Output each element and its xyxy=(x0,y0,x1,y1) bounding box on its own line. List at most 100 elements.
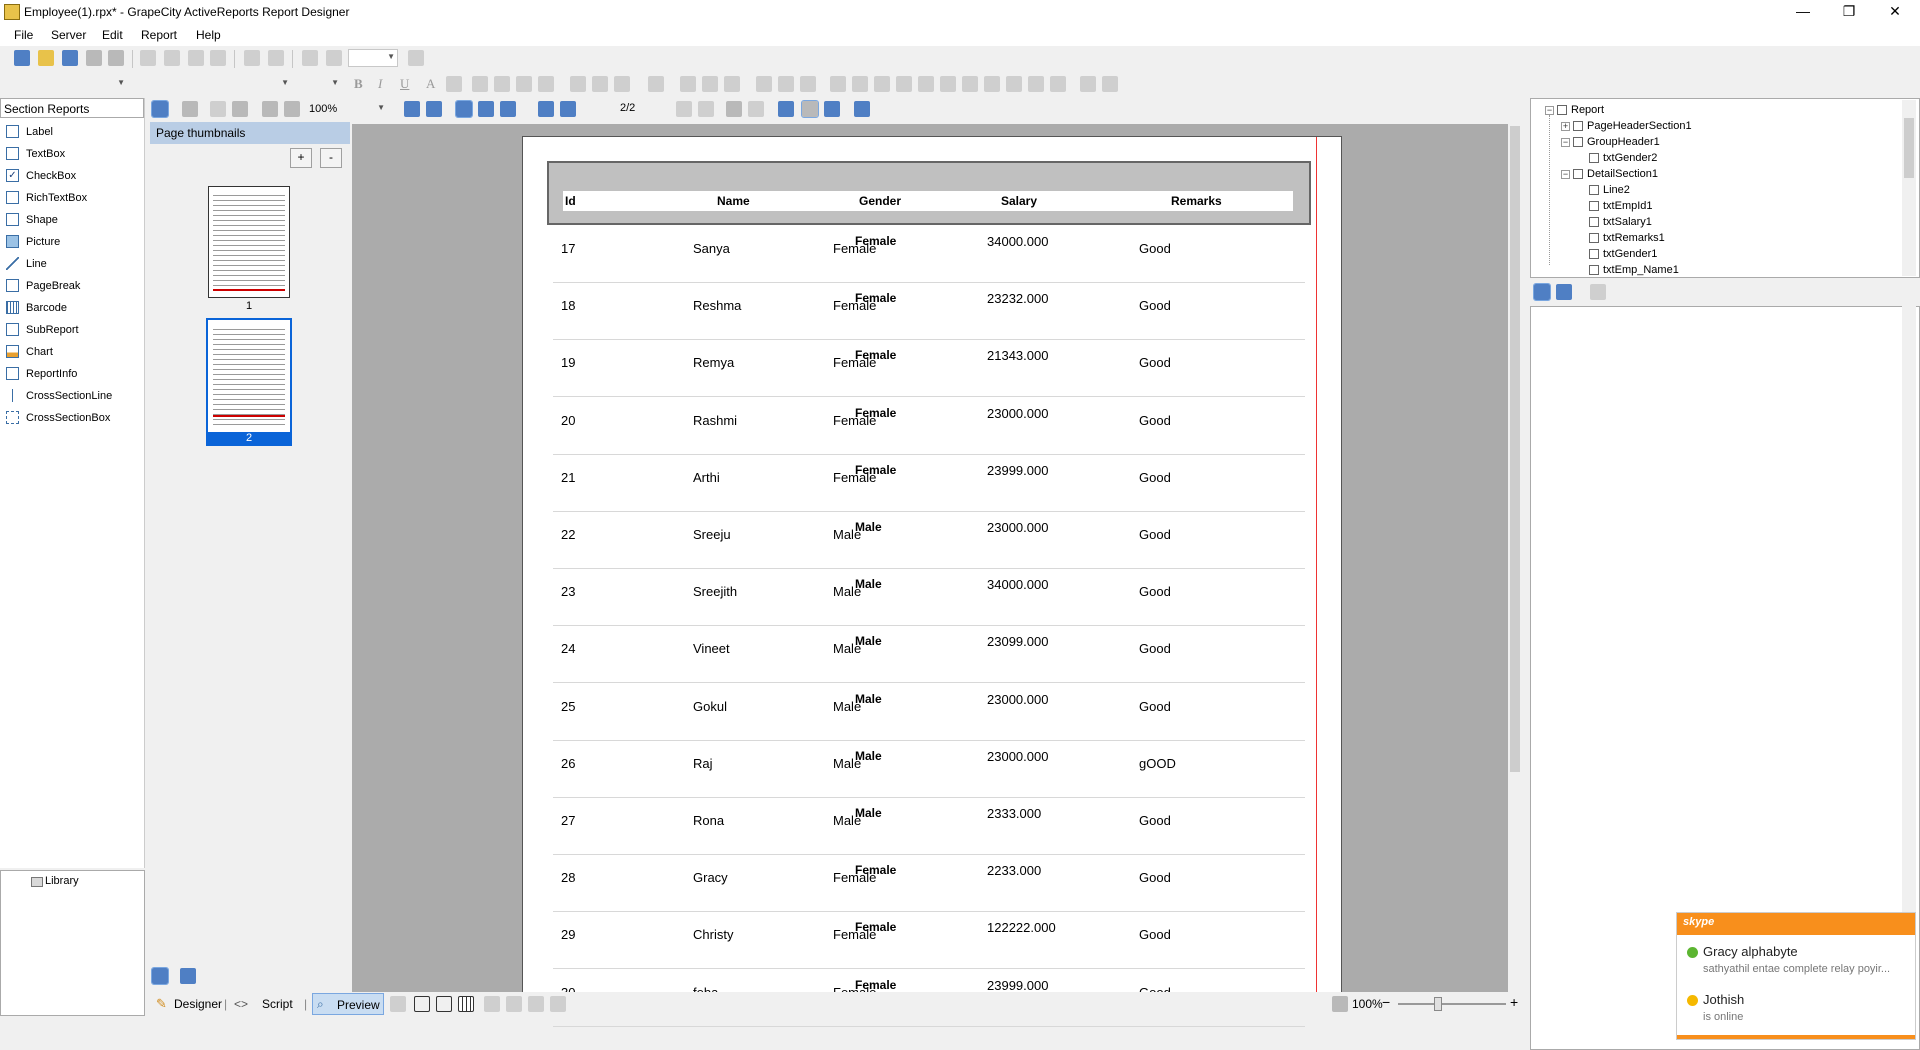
next-page-icon[interactable] xyxy=(676,101,692,117)
style-combo[interactable]: ▼ xyxy=(4,75,128,93)
menu-server[interactable]: Server xyxy=(51,28,86,42)
same-height-icon[interactable] xyxy=(852,76,868,92)
alphabetical-icon[interactable] xyxy=(1556,284,1572,300)
align-rights-icon[interactable] xyxy=(724,76,740,92)
script-tab[interactable]: Script xyxy=(262,997,293,1011)
align-tops-icon[interactable] xyxy=(756,76,772,92)
pan-icon[interactable] xyxy=(801,100,819,118)
contact-name[interactable]: Jothish xyxy=(1703,992,1744,1007)
save-icon[interactable] xyxy=(62,50,78,66)
same-width-icon[interactable] xyxy=(830,76,846,92)
justify-icon[interactable] xyxy=(538,76,554,92)
restore-button[interactable]: ❐ xyxy=(1826,0,1872,24)
indent-icon[interactable] xyxy=(614,76,630,92)
menu-help[interactable]: Help xyxy=(196,28,221,42)
snap-icon[interactable] xyxy=(408,50,424,66)
tool-chart[interactable]: Chart xyxy=(0,342,140,364)
close-button[interactable]: ✕ xyxy=(1872,0,1918,24)
menu-report[interactable]: Report xyxy=(141,28,177,42)
new-report-icon[interactable] xyxy=(14,50,30,66)
tool-shape[interactable]: Shape xyxy=(0,210,140,232)
grid-icon[interactable] xyxy=(458,996,474,1012)
refresh-icon[interactable] xyxy=(778,101,794,117)
decrease-spacing-icon[interactable] xyxy=(940,76,956,92)
contact-name[interactable]: Gracy alphabyte xyxy=(1703,944,1798,959)
underline-icon[interactable]: U xyxy=(400,76,409,92)
multipage-icon[interactable] xyxy=(500,101,516,117)
zoom-out-viewer-icon[interactable] xyxy=(262,101,278,117)
delete-icon[interactable] xyxy=(210,50,226,66)
expand-toggle-icon[interactable]: + xyxy=(1561,122,1570,131)
single-page-icon[interactable] xyxy=(455,100,473,118)
fit-page-icon[interactable] xyxy=(426,101,442,117)
library-label[interactable]: Library xyxy=(45,875,79,887)
zoom-in-icon[interactable]: + xyxy=(1510,994,1518,1010)
tool-subreport[interactable]: SubReport xyxy=(0,320,140,342)
bullets-icon[interactable] xyxy=(570,76,586,92)
fit-width-icon[interactable] xyxy=(404,101,420,117)
tool-crosssectionline[interactable]: CrossSectionLine xyxy=(0,386,140,408)
open-icon[interactable] xyxy=(38,50,54,66)
align-right-icon[interactable] xyxy=(516,76,532,92)
undo-icon[interactable] xyxy=(244,50,260,66)
previous-page-icon[interactable] xyxy=(560,101,576,117)
font-combo[interactable]: ▼ xyxy=(132,75,292,93)
zoom-out-icon[interactable] xyxy=(326,50,342,66)
toolbox-header[interactable]: Section Reports xyxy=(0,98,144,118)
snapshot-icon[interactable] xyxy=(854,101,870,117)
font-size-combo[interactable]: ▼ xyxy=(296,75,342,93)
preview-tab[interactable]: ⌕ Preview xyxy=(312,993,384,1015)
align-bottoms-icon[interactable] xyxy=(800,76,816,92)
bold-icon[interactable]: B xyxy=(354,76,363,92)
snap-lines-icon[interactable] xyxy=(484,996,500,1012)
tool-textbox[interactable]: TextBox xyxy=(0,144,140,166)
zoom-in-icon[interactable] xyxy=(302,50,318,66)
back-icon[interactable] xyxy=(726,101,742,117)
tool-picture[interactable]: Picture xyxy=(0,232,140,254)
preview-vertical-scrollbar[interactable] xyxy=(1508,124,1522,992)
align-lefts-icon[interactable] xyxy=(680,76,696,92)
align-left-icon[interactable] xyxy=(472,76,488,92)
add-data-source-icon[interactable] xyxy=(86,50,102,66)
tool-pagebreak[interactable]: PageBreak xyxy=(0,276,140,298)
first-page-icon[interactable] xyxy=(538,101,554,117)
tool-richtextbox[interactable]: RichTextBox xyxy=(0,188,140,210)
bring-to-front-icon[interactable] xyxy=(1080,76,1096,92)
copy-icon[interactable] xyxy=(164,50,180,66)
find-icon[interactable] xyxy=(232,101,248,117)
pointer-icon[interactable] xyxy=(528,996,544,1012)
hand-icon[interactable] xyxy=(550,996,566,1012)
zoom-slider[interactable] xyxy=(1398,997,1506,1011)
minimize-button[interactable]: — xyxy=(1780,0,1826,24)
menu-edit[interactable]: Edit xyxy=(102,28,123,42)
tool-reportinfo[interactable]: ReportInfo xyxy=(0,364,140,386)
border-icon[interactable] xyxy=(414,996,430,1012)
numbering-icon[interactable] xyxy=(592,76,608,92)
same-size-icon[interactable] xyxy=(874,76,890,92)
page-indicator[interactable]: 2/2 xyxy=(620,102,635,114)
zoom-out-icon[interactable]: − xyxy=(1382,994,1390,1010)
align-centers-icon[interactable] xyxy=(702,76,718,92)
print-icon[interactable] xyxy=(182,101,198,117)
thumbnail-zoom-in-button[interactable]: + xyxy=(290,148,312,168)
continuous-icon[interactable] xyxy=(478,101,494,117)
property-scrollbar[interactable] xyxy=(1902,306,1916,992)
remove-icon[interactable] xyxy=(108,50,124,66)
tool-crosssectionbox[interactable]: CrossSectionBox xyxy=(0,408,140,430)
menu-file[interactable]: File xyxy=(14,28,33,42)
selection-icon[interactable] xyxy=(824,101,840,117)
align-middles-icon[interactable] xyxy=(778,76,794,92)
ruler-icon[interactable] xyxy=(390,996,406,1012)
snap-grid-icon[interactable] xyxy=(506,996,522,1012)
thumbnails-view-icon[interactable] xyxy=(151,967,169,985)
dotted-grid-icon[interactable] xyxy=(436,996,452,1012)
decrease-vspacing-icon[interactable] xyxy=(1028,76,1044,92)
tool-line[interactable]: Line xyxy=(0,254,140,276)
page-thumbnail-2[interactable] xyxy=(208,320,290,432)
forward-icon[interactable] xyxy=(748,101,764,117)
page-thumbnail-1[interactable] xyxy=(208,186,290,298)
designer-tab[interactable]: Designer xyxy=(174,997,222,1011)
redo-icon[interactable] xyxy=(268,50,284,66)
categorized-icon[interactable] xyxy=(1533,283,1551,301)
document-map-icon[interactable] xyxy=(180,968,196,984)
